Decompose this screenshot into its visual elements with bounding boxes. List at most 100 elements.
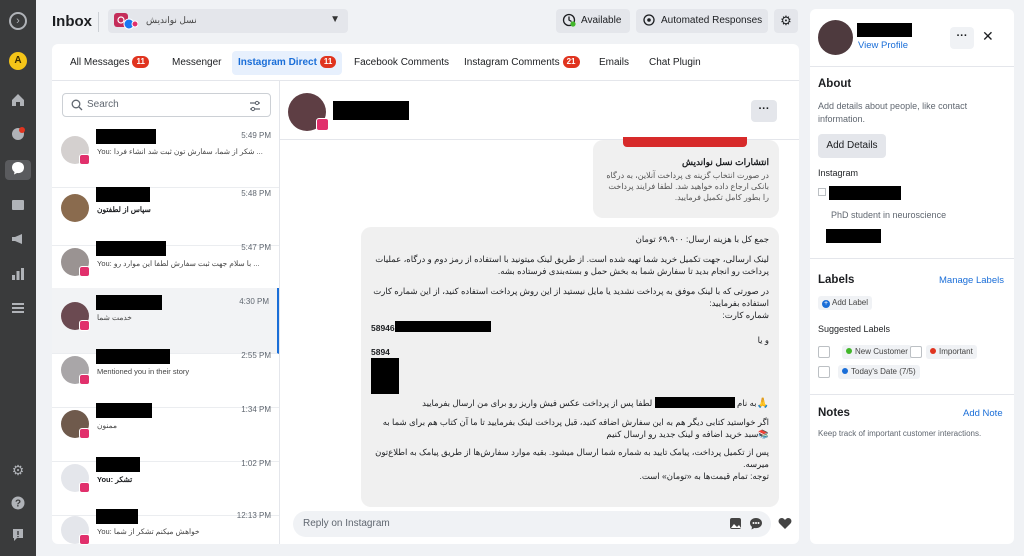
tab-facebook-comments[interactable]: Facebook Comments <box>350 51 453 75</box>
inbox-icon[interactable] <box>5 160 31 180</box>
insights-icon[interactable] <box>8 266 28 286</box>
gear-icon[interactable]: ⚙ <box>774 9 798 33</box>
conversation-time: 5:47 PM <box>241 243 271 252</box>
tab-instagram-direct[interactable]: Instagram Direct 11 <box>232 51 343 75</box>
profile-bio: PhD student in neuroscience <box>831 210 947 220</box>
header-divider <box>98 12 99 32</box>
label-important[interactable]: Important <box>926 345 977 359</box>
count-badge: 11 <box>132 56 149 68</box>
label-checkbox[interactable] <box>910 346 922 358</box>
redacted-info <box>826 229 881 243</box>
help-icon[interactable]: ? <box>8 495 28 515</box>
conversation-time: 1:02 PM <box>241 459 271 468</box>
card-number-1: 58946 <box>371 321 769 334</box>
card-body: در صورت انتخاب گزینه ی پرداخت آنلاین، به… <box>606 171 769 202</box>
search-input[interactable]: Search <box>62 93 271 117</box>
instagram-icon <box>79 482 90 493</box>
redacted-name <box>96 241 166 256</box>
order-message: جمع کل با هزینه ارسال: ۶۹،۹۰۰ تومان لینک… <box>361 227 779 507</box>
close-icon[interactable]: ✕ <box>982 28 994 45</box>
notifications-icon[interactable] <box>8 126 28 146</box>
reply-input[interactable]: Reply on Instagram <box>293 511 771 537</box>
heart-icon[interactable] <box>778 517 792 530</box>
meta-logo-icon[interactable]: › <box>9 12 27 30</box>
conversation-time: 12:13 PM <box>236 511 271 520</box>
instagram-icon <box>79 428 90 439</box>
search-icon <box>71 99 83 111</box>
tab-all-messages[interactable]: All Messages 11 <box>66 51 153 75</box>
product-card-message: انتشارات نسل نوانديش در صورت انتخاب گزین… <box>593 137 779 218</box>
profile-divider <box>810 258 1014 259</box>
count-badge: 11 <box>319 56 337 68</box>
conversation-item[interactable]: 12:13 PM You: خواهش میکنم تشکر از شما <box>52 502 279 545</box>
profile-divider <box>810 66 1014 67</box>
saved-replies-icon[interactable] <box>749 517 763 531</box>
add-label-button[interactable]: + Add Label <box>818 296 873 310</box>
home-icon[interactable] <box>8 92 28 112</box>
message-line: توجه: تمام قیمت‌ها به «تومان» است. <box>639 471 769 481</box>
page-icons <box>114 13 138 30</box>
profile-divider <box>810 394 1014 395</box>
filter-icon[interactable] <box>248 99 262 113</box>
page-name: نسل نوانديش <box>146 15 197 25</box>
more-options-icon[interactable]: ··· <box>950 27 974 49</box>
content-icon[interactable] <box>8 197 28 217</box>
instagram-icon <box>79 374 90 385</box>
suggested-labels-title: Suggested Labels <box>818 324 891 334</box>
page-title: Inbox <box>52 13 92 30</box>
megaphone-icon[interactable] <box>8 231 28 251</box>
redacted-name <box>96 129 156 144</box>
redacted-name <box>96 457 140 472</box>
page-selector[interactable]: نسل نوانديش ▼ <box>108 9 348 33</box>
conversation-snippet: You: خواهش میکنم تشکر از شما <box>97 527 200 536</box>
conversation-item[interactable]: 5:49 PM You: شکر از شما، سفارش تون ثبت ش… <box>52 122 279 188</box>
redacted-name <box>96 295 162 310</box>
add-note-link[interactable]: Add Note <box>963 408 1003 419</box>
message-line: پرداخت رو انجام بدید تا سفارش شما به بخش… <box>497 266 769 276</box>
label-new-customer[interactable]: New Customer <box>842 345 912 359</box>
message-line: پس از تکمیل پرداخت، پیامک تایید به شماره… <box>375 447 769 457</box>
manage-labels-link[interactable]: Manage Labels <box>939 275 1004 286</box>
instagram-icon <box>316 118 329 131</box>
automated-responses-button[interactable]: Automated Responses <box>636 9 768 33</box>
redacted-name <box>96 403 152 418</box>
message-line: لینک ارسالی، جهت تکمیل خرید شما تهیه شده… <box>375 254 769 264</box>
tab-instagram-comments[interactable]: Instagram Comments 21 <box>460 51 584 75</box>
redacted-username <box>829 186 901 200</box>
add-details-button[interactable]: Add Details <box>818 134 886 158</box>
automated-responses-label: Automated Responses <box>661 15 763 26</box>
view-profile-link[interactable]: View Profile <box>858 40 908 51</box>
redacted-block <box>371 358 399 394</box>
message-line: جمع کل با هزینه ارسال: ۶۹،۹۰۰ تومان <box>635 234 769 244</box>
instagram-icon <box>79 266 90 277</box>
conversation-snippet: ممنون <box>97 421 117 430</box>
conversation-time: 5:49 PM <box>241 131 271 140</box>
conversation-time: 5:48 PM <box>241 189 271 198</box>
message-line: استفاده بفرمایید: <box>709 298 769 308</box>
card-number-2: 5894 <box>371 347 390 357</box>
conversation-time: 1:34 PM <box>241 405 271 414</box>
count-badge: 21 <box>562 56 580 68</box>
label-checkbox[interactable] <box>818 366 830 378</box>
instagram-icon <box>79 534 90 545</box>
about-title: About <box>818 78 852 90</box>
tab-emails[interactable]: Emails <box>595 51 633 75</box>
message-line: در صورتی که با لینک موفق به پرداخت نشدید… <box>373 286 769 296</box>
availability-button[interactable]: Available <box>556 9 630 33</box>
tab-chat-plugin[interactable]: Chat Plugin <box>645 51 705 75</box>
image-icon[interactable] <box>729 517 742 530</box>
tab-messenger[interactable]: Messenger <box>168 51 225 75</box>
settings-icon[interactable]: ⚙ <box>8 460 28 480</box>
instagram-label: Instagram <box>818 168 859 178</box>
conversation-snippet: You: شکر از شما، سفارش تون ثبت شد انشاء … <box>97 147 263 156</box>
menu-icon[interactable] <box>8 300 28 320</box>
label-checkbox[interactable] <box>818 346 830 358</box>
conversation-snippet: You: تشکر <box>97 475 133 484</box>
search-placeholder: Search <box>87 99 119 110</box>
redacted-profile-name <box>857 23 912 37</box>
account-avatar[interactable]: A <box>9 52 27 70</box>
label-todays-date[interactable]: Today's Date (7/5) <box>838 365 920 379</box>
conversation-snippet: Mentioned you in their story <box>97 367 190 376</box>
report-icon[interactable] <box>8 527 28 547</box>
more-options-icon[interactable]: ··· <box>751 100 777 122</box>
